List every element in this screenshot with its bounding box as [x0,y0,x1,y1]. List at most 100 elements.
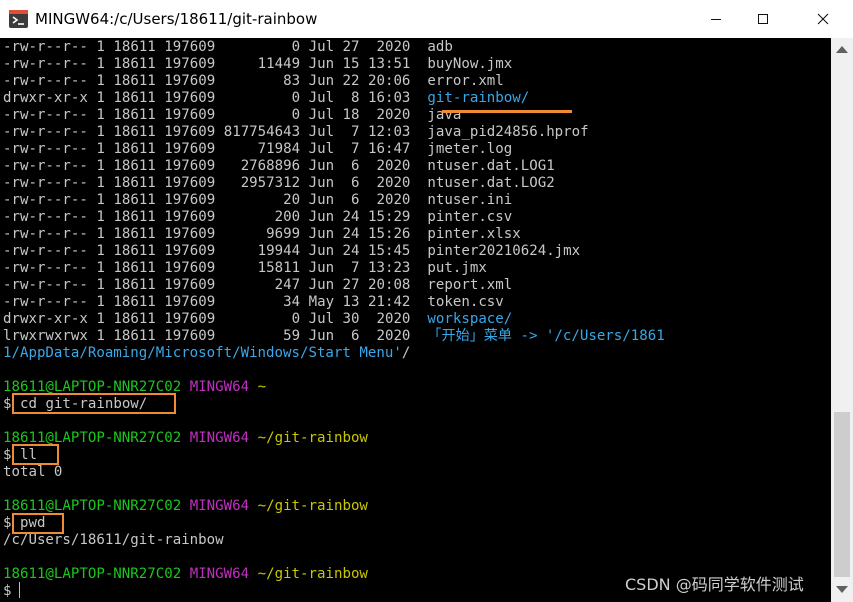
file-date: Jun 15 13:51 [308,56,411,72]
file-name: token.csv [427,294,504,310]
file-name: git-rainbow/ [427,90,530,106]
prompt-path: ~/git-rainbow [257,430,368,446]
file-size: 0 [291,39,301,55]
file-group: 197609 [164,226,216,242]
file-owner: 18611 [113,141,156,157]
prompt-symbol: $ [3,396,12,412]
prompt-symbol: $ [3,583,12,599]
file-permissions: -rw-r--r-- [3,73,88,89]
window-title: MINGW64:/c/Users/18611/git-rainbow [35,10,318,28]
file-date: Jun 22 20:06 [308,73,411,89]
listing-row: -rw-r--r-- 1 18611 197609 15811 Jun 7 13… [3,260,487,277]
file-date: Jun 24 15:45 [308,243,411,259]
file-name: put.jmx [427,260,487,276]
file-name: ntuser.dat.LOG1 [427,158,555,174]
highlight-box-ll-command [12,444,59,465]
file-links: 1 [96,260,105,276]
prompt-shell: MINGW64 [189,379,250,395]
file-owner: 18611 [113,107,156,123]
file-links: 1 [96,192,105,208]
file-name: jmeter.log [427,141,513,157]
listing-row: -rw-r--r-- 1 18611 197609 0 Jul 27 2020 … [3,39,453,56]
file-name: pinter.xlsx [427,226,521,242]
file-permissions: -rw-r--r-- [3,158,88,174]
text-cursor [19,582,20,598]
file-size: 2957312 [240,175,301,191]
listing-row: -rw-r--r-- 1 18611 197609 20 Jun 6 2020 … [3,192,512,209]
file-size: 0 [291,311,301,327]
highlight-box-cd-command [12,393,176,414]
prompt-path: ~/git-rainbow [257,566,368,582]
title-bar[interactable]: MINGW64:/c/Users/18611/git-rainbow [0,0,853,38]
file-links: 1 [96,39,105,55]
file-links: 1 [96,226,105,242]
file-name: report.xml [427,277,513,293]
file-group: 197609 [164,141,216,157]
file-size: 9699 [266,226,301,242]
close-button[interactable] [800,0,846,38]
listing-row: -rw-r--r-- 1 18611 197609 71984 Jul 7 16… [3,141,512,158]
file-permissions: -rw-r--r-- [3,39,88,55]
file-size: 34 [283,294,301,310]
file-date: Jul 8 16:03 [308,90,411,106]
file-size: 15811 [257,260,301,276]
file-group: 197609 [164,260,216,276]
file-links: 1 [96,328,105,344]
file-name: ntuser.dat.LOG2 [427,175,555,191]
file-group: 197609 [164,209,216,225]
file-size: 247 [274,277,301,293]
maximize-icon [758,14,768,24]
file-name: error.xml [427,73,504,89]
file-permissions: drwxr-xr-x [3,90,88,106]
command-output-text: /c/Users/18611/git-rainbow [3,532,224,548]
file-date: Jun 6 2020 [308,158,411,174]
file-date: Jun 6 2020 [308,192,411,208]
file-group: 197609 [164,73,216,89]
file-date: Jul 18 2020 [308,107,411,123]
listing-row: -rw-r--r-- 1 18611 197609 247 Jun 27 20:… [3,277,512,294]
file-links: 1 [96,294,105,310]
file-date: Jul 30 2020 [308,311,411,327]
file-size: 20 [283,192,301,208]
git-bash-icon [9,10,28,28]
file-permissions: -rw-r--r-- [3,56,88,72]
file-group: 197609 [164,294,216,310]
file-size: 0 [291,90,301,106]
file-permissions: -rw-r--r-- [3,192,88,208]
file-date: Jun 6 2020 [308,328,411,344]
listing-row: -rw-r--r-- 1 18611 197609 11449 Jun 15 1… [3,56,512,73]
minimize-button[interactable] [693,0,739,38]
command-line: $ [3,583,20,600]
scrollbar-thumb[interactable] [834,412,850,577]
file-group: 197609 [164,328,216,344]
file-permissions: lrwxrwxrwx [3,328,88,344]
file-owner: 18611 [113,90,156,106]
scroll-down-icon[interactable] [836,586,848,593]
file-group: 197609 [164,107,216,123]
link-target-suffix: / [401,345,411,361]
file-links: 1 [96,158,105,174]
file-date: Jun 7 13:23 [308,260,411,276]
file-group: 197609 [164,311,216,327]
file-size: 11449 [257,56,301,72]
listing-row: -rw-r--r-- 1 18611 197609 9699 Jun 24 15… [3,226,521,243]
terminal-output[interactable]: -rw-r--r-- 1 18611 197609 0 Jul 27 2020 … [0,38,831,602]
file-size: 59 [283,328,301,344]
file-owner: 18611 [113,294,156,310]
file-group: 197609 [164,277,216,293]
file-links: 1 [96,277,105,293]
maximize-button[interactable] [740,0,786,38]
file-owner: 18611 [113,39,156,55]
file-name: workspace/ [427,311,513,327]
file-permissions: -rw-r--r-- [3,175,88,191]
file-links: 1 [96,311,105,327]
file-date: Jun 27 20:08 [308,277,411,293]
file-owner: 18611 [113,73,156,89]
scroll-up-icon[interactable] [836,46,848,53]
file-date: Jul 7 16:47 [308,141,411,157]
vertical-scrollbar[interactable] [831,38,853,602]
prompt-line: 18611@LAPTOP-NNR27C02 MINGW64 ~/git-rain… [3,566,368,583]
minimize-icon [711,19,721,20]
close-icon [817,13,829,25]
file-links: 1 [96,73,105,89]
